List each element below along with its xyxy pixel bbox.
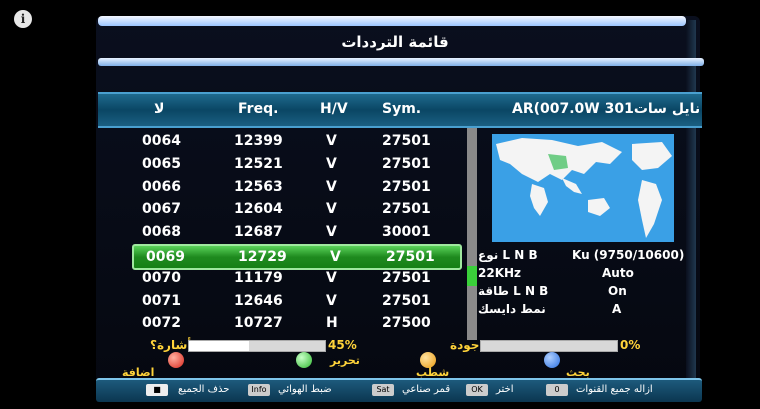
frame-edge [686, 20, 696, 380]
table-row[interactable]: 0072 10727 H 27500 [130, 312, 460, 334]
row-symbol-rate: 27501 [382, 292, 431, 309]
row-polarization: V [326, 269, 337, 286]
choose-label[interactable]: اختر [496, 384, 514, 396]
color-key-hints: اضافة تحرير شطب بحث [98, 352, 658, 379]
title-separator [98, 58, 704, 66]
row-symbol-rate: 30001 [382, 224, 431, 241]
satellite-label[interactable]: قمر صناعي [402, 384, 450, 396]
page-title: قائمة الترددات [341, 33, 449, 51]
table-row[interactable]: 0070 11179 V 27501 [130, 267, 460, 289]
world-map-icon [492, 134, 674, 242]
lnb-power-label: طاقة L N B [478, 284, 549, 298]
row-frequency: 12729 [238, 249, 287, 265]
diseqc-label: نمط دايسك [478, 302, 546, 316]
lnb-type-row: نوع L N B Ku (9750/10600) [478, 248, 688, 264]
table-row[interactable]: 0064 12399 V 27501 [130, 130, 460, 152]
khz-label: 22KHz [478, 266, 522, 280]
satellite-coverage-map [492, 134, 674, 242]
satellite-name: نايل سات301 AR(007.0W [512, 101, 701, 117]
row-polarization: V [326, 178, 337, 195]
blue-button-icon[interactable] [544, 352, 560, 368]
khz-value: Auto [602, 266, 634, 280]
ok-key[interactable]: OK [466, 384, 488, 396]
signal-value: 45% [328, 338, 357, 352]
row-polarization: V [326, 155, 337, 172]
table-header: لا Freq. H/V Sym. نايل سات301 AR(007.0W [98, 92, 702, 128]
row-number: 0072 [142, 315, 181, 332]
table-row[interactable]: 0067 12604 V 27501 [130, 198, 460, 220]
table-row[interactable]: 0065 12521 V 27501 [130, 153, 460, 175]
row-frequency: 12646 [234, 292, 283, 309]
row-number: 0065 [142, 155, 181, 172]
row-polarization: H [326, 315, 338, 332]
row-frequency: 12563 [234, 178, 283, 195]
lnb-power-row: طاقة L N B On [478, 284, 688, 300]
diseqc-row: نمط دايسك A [478, 302, 688, 318]
header-sym: Sym. [382, 101, 422, 117]
quality-label: جودة [450, 338, 480, 352]
scrollbar-thumb[interactable] [467, 266, 477, 286]
sat-key[interactable]: Sat [372, 384, 394, 396]
tv-screen: i قائمة الترددات لا Freq. H/V Sym. نايل … [0, 0, 760, 409]
row-number: 0064 [142, 133, 181, 149]
quality-bar [480, 340, 618, 352]
row-symbol-rate: 27501 [382, 201, 431, 218]
quality-value: 0% [620, 338, 641, 352]
info-icon[interactable]: i [14, 10, 32, 28]
table-row[interactable]: 0068 12687 V 30001 [130, 221, 460, 243]
signal-label: أشارة؟ [150, 338, 192, 352]
row-number: 0071 [142, 292, 181, 309]
row-number: 0066 [142, 178, 181, 195]
info-key[interactable]: Info [248, 384, 270, 396]
red-button-icon[interactable] [168, 352, 184, 368]
row-number: 0067 [142, 201, 181, 218]
lnb-type-value: Ku (9750/10600) [572, 248, 685, 262]
row-frequency: 12687 [234, 224, 283, 241]
delete-all-label[interactable]: حذف الجميع [178, 384, 229, 396]
lnb-type-label: نوع L N B [478, 248, 538, 262]
list-scrollbar[interactable] [467, 128, 477, 340]
row-polarization: V [330, 249, 341, 265]
row-symbol-rate: 27500 [382, 315, 431, 332]
row-number: 0068 [142, 224, 181, 241]
row-symbol-rate: 27501 [382, 178, 431, 195]
row-symbol-rate: 27501 [382, 155, 431, 172]
row-frequency: 12521 [234, 155, 283, 172]
lnb-power-value: On [608, 284, 627, 298]
header-hv: H/V [320, 101, 348, 117]
row-frequency: 11179 [234, 269, 283, 286]
row-polarization: V [326, 224, 337, 241]
header-freq: Freq. [238, 101, 279, 117]
table-row[interactable]: 0066 12563 V 27501 [130, 176, 460, 198]
zero-key[interactable]: 0 [546, 384, 568, 396]
row-polarization: V [326, 292, 337, 309]
green-key-label: تحرير [330, 354, 360, 367]
row-number: 0070 [142, 269, 181, 286]
top-accent-bar [98, 16, 686, 26]
diseqc-value: A [612, 302, 622, 316]
row-polarization: V [326, 133, 337, 149]
row-frequency: 12604 [234, 201, 283, 218]
bottom-hint-bar: ■ حذف الجميع Info ضبط الهوائي Sat قمر صن… [96, 378, 702, 402]
row-frequency: 12399 [234, 133, 283, 149]
row-polarization: V [326, 201, 337, 218]
green-button-icon[interactable] [296, 352, 312, 368]
row-symbol-rate: 27501 [382, 133, 431, 149]
khz-row: 22KHz Auto [478, 266, 688, 282]
table-row[interactable]: 0071 12646 V 27501 [130, 290, 460, 312]
signal-bar-fill [189, 341, 250, 351]
delete-all-key-icon[interactable]: ■ [146, 384, 168, 396]
row-symbol-rate: 27501 [386, 249, 435, 265]
row-symbol-rate: 27501 [382, 269, 431, 286]
header-num: لا [154, 101, 165, 117]
row-number: 0069 [146, 249, 185, 265]
antenna-setup-label[interactable]: ضبط الهوائي [278, 384, 332, 396]
row-frequency: 10727 [234, 315, 283, 332]
remove-all-channels-label[interactable]: ازاله جميع القنوات [576, 384, 653, 396]
